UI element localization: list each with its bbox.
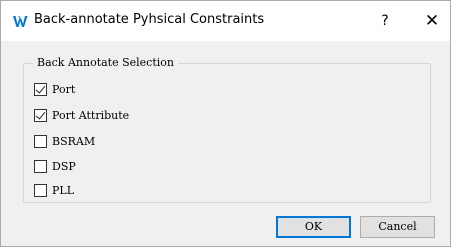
checkbox-box[interactable] bbox=[34, 108, 47, 122]
checkbox-box[interactable] bbox=[34, 159, 47, 173]
checkbox-dsp[interactable]: DSP bbox=[34, 158, 76, 174]
close-button[interactable]: ✕ bbox=[420, 9, 444, 33]
group-legend: Back Annotate Selection bbox=[33, 56, 178, 69]
checkbox-label: Port Attribute bbox=[52, 108, 130, 122]
checkbox-box[interactable] bbox=[34, 134, 47, 148]
checkbox-label: BSRAM bbox=[52, 134, 96, 148]
checkbox-label: DSP bbox=[52, 159, 76, 173]
dialog-title: Back-annotate Pyhsical Constraints bbox=[34, 12, 265, 27]
ok-button[interactable]: OK bbox=[276, 216, 351, 238]
help-button[interactable]: ? bbox=[373, 9, 397, 33]
checkbox-port-attribute[interactable]: Port Attribute bbox=[34, 107, 129, 123]
checkbox-bsram[interactable]: BSRAM bbox=[34, 133, 95, 149]
cancel-button[interactable]: Cancel bbox=[360, 216, 435, 238]
checkbox-box[interactable] bbox=[34, 82, 47, 96]
back-annotate-selection-group: Back Annotate Selection Port Port Attrib… bbox=[23, 56, 431, 203]
back-annotate-dialog: Back-annotate Pyhsical Constraints ? ✕ B… bbox=[0, 0, 451, 247]
checkbox-label: Port bbox=[52, 82, 76, 96]
gowin-logo-icon bbox=[13, 16, 28, 27]
checkbox-pll[interactable]: PLL bbox=[34, 182, 74, 198]
checkbox-label: PLL bbox=[52, 183, 75, 197]
checkbox-box[interactable] bbox=[34, 183, 47, 197]
dialog-body: Back Annotate Selection Port Port Attrib… bbox=[1, 41, 450, 246]
checkbox-port[interactable]: Port bbox=[34, 81, 75, 97]
title-bar: Back-annotate Pyhsical Constraints ? ✕ bbox=[1, 1, 450, 41]
